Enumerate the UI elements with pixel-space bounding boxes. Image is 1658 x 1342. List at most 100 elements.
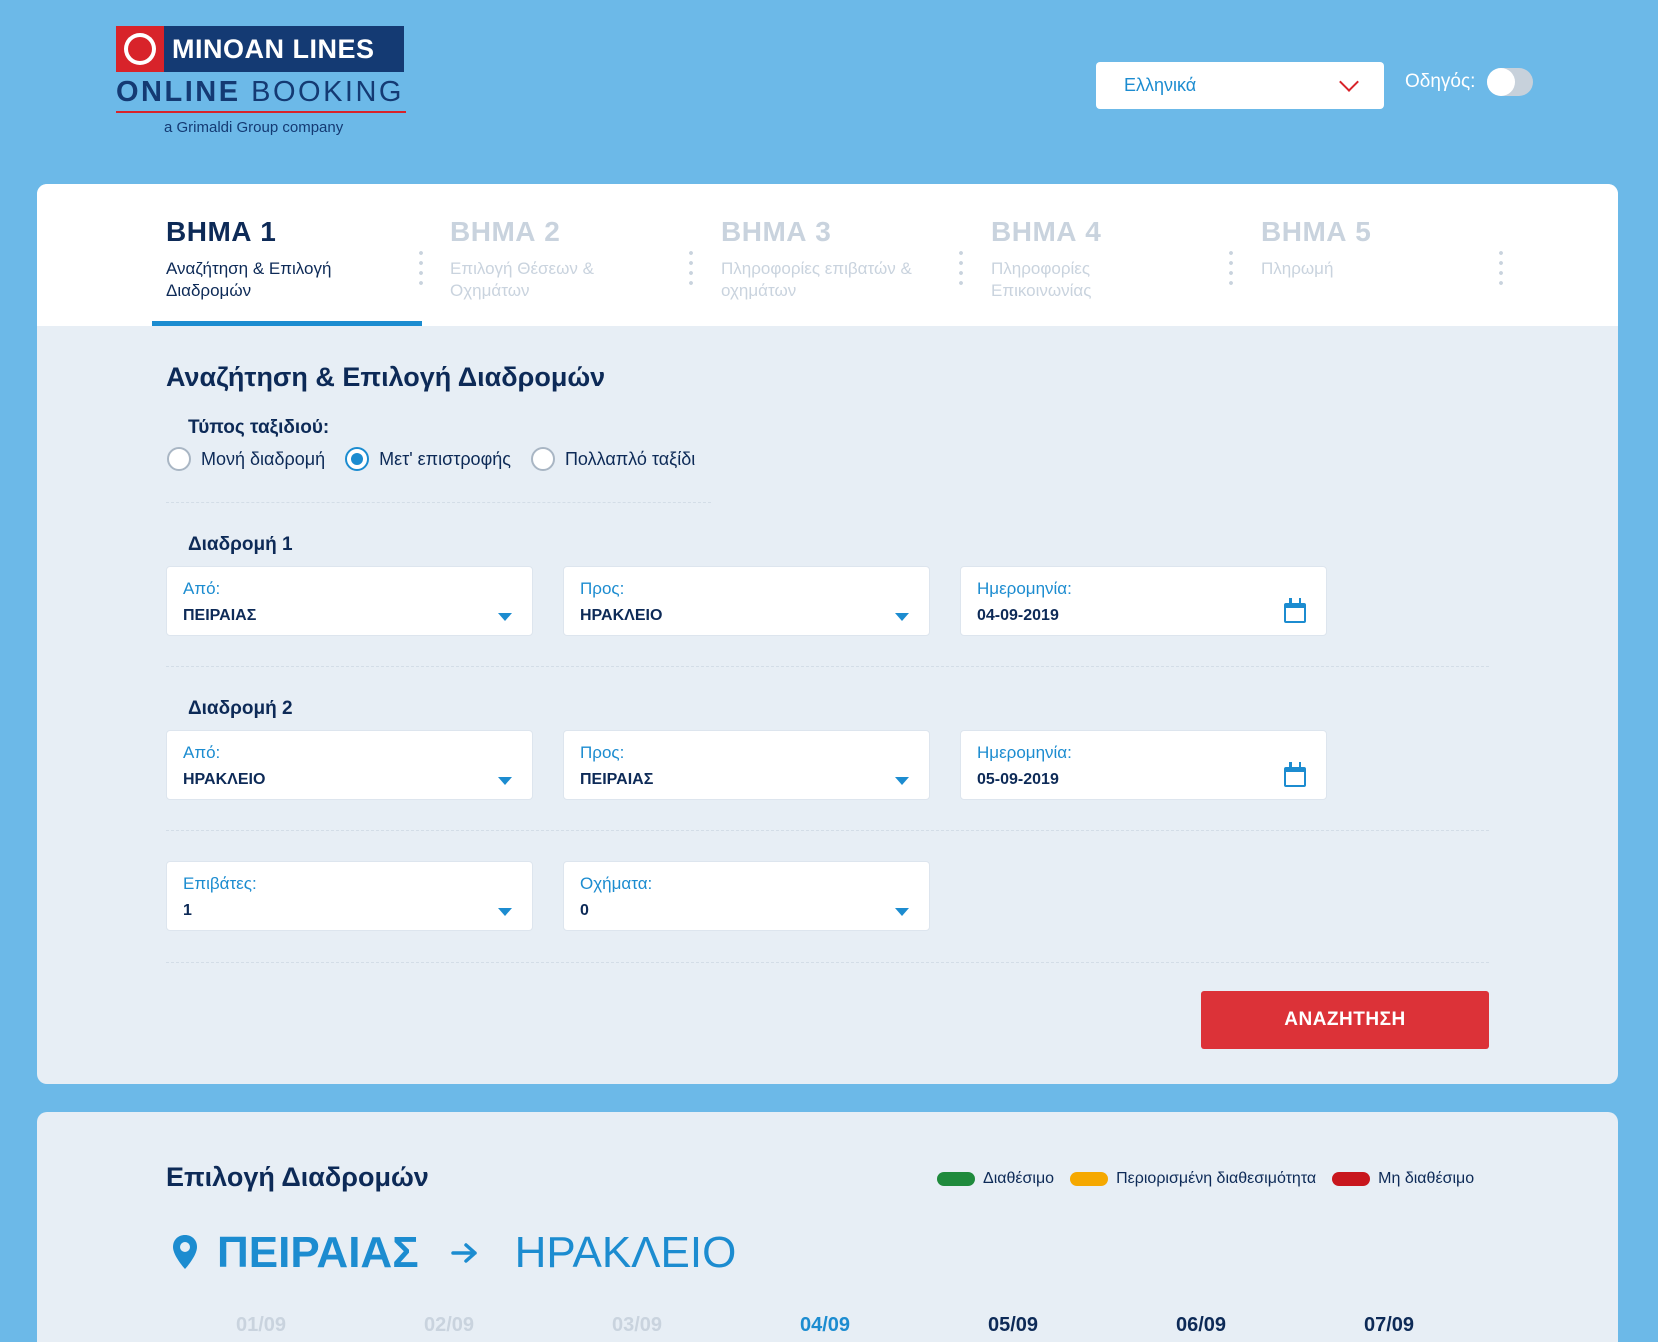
field-label: Οχήματα:: [580, 874, 653, 893]
legend-swatch: [937, 1172, 975, 1186]
field-label: Ημερομηνία:: [977, 579, 1072, 598]
step-divider: [959, 248, 963, 288]
step-desc: Επιλογή Θέσεων & Οχημάτων: [450, 259, 594, 300]
date-tab: 01/09: [235, 1314, 287, 1336]
step-title: ΒΗΜΑ 4: [991, 216, 1102, 247]
guide-toggle[interactable]: [1487, 68, 1534, 96]
field-value: ΠΕΙΡΑΙΑΣ: [183, 607, 257, 624]
date-tab: 03/09: [611, 1314, 663, 1336]
date-tab[interactable]: 07/09: [1349, 1314, 1429, 1337]
step-5[interactable]: ΒΗΜΑ 5 Πληρωμή: [1261, 216, 1501, 280]
step-title: ΒΗΜΑ 2: [450, 216, 561, 247]
guide-label: Οδηγός:: [1405, 71, 1476, 92]
calendar-icon[interactable]: [1284, 598, 1306, 623]
field-label: Ημερομηνία:: [977, 743, 1072, 762]
caret-down-icon: [895, 613, 909, 621]
step-4[interactable]: ΒΗΜΑ 4 Πληροφορίες Επικοινωνίας: [991, 216, 1231, 302]
caret-down-icon: [498, 908, 512, 916]
legend-available: Διαθέσιμο: [937, 1170, 1054, 1188]
radio-round-trip[interactable]: Μετ' επιστροφής: [345, 447, 511, 471]
field-value: 05-09-2019: [977, 771, 1059, 788]
step-title: ΒΗΜΑ 3: [721, 216, 832, 247]
divider: [166, 666, 1489, 667]
route-heading: ΠΕΙΡΑΙΑΣ ΗΡΑΚΛΕΙΟ: [171, 1228, 736, 1278]
divider: [166, 502, 711, 503]
route-selection-title: Επιλογή Διαδρομών: [166, 1162, 429, 1192]
legend-unavailable: Μη διαθέσιμο: [1332, 1170, 1474, 1188]
search-button[interactable]: ΑΝΑΖΗΤΗΣΗ: [1201, 991, 1489, 1049]
field-label: Επιβάτες:: [183, 874, 257, 893]
radio-multi-trip[interactable]: Πολλαπλό ταξίδι: [530, 447, 696, 471]
step-divider: [1229, 248, 1233, 288]
date-strip: 01/09 02/09 03/09 04/09 05/09 06/09 07/0…: [37, 1314, 1618, 1342]
divider: [166, 830, 1489, 831]
radio-label: Μετ' επιστροφής: [379, 448, 511, 469]
field-value: 1: [183, 902, 192, 919]
route-to: ΗΡΑΚΛΕΙΟ: [514, 1228, 737, 1277]
legend-limited: Περιορισμένη διαθεσιμότητα: [1070, 1170, 1316, 1188]
arrow-right-icon: [450, 1243, 477, 1263]
route-2-from-select[interactable]: Από: ΗΡΑΚΛΕΙΟ: [166, 730, 533, 800]
radio-label: Πολλαπλό ταξίδι: [564, 448, 696, 469]
caret-down-icon: [895, 777, 909, 785]
caret-down-icon: [498, 777, 512, 785]
field-value: ΗΡΑΚΛΕΙΟ: [580, 607, 663, 624]
route-1-to-select[interactable]: Προς: ΗΡΑΚΛΕΙΟ: [563, 566, 930, 636]
logo-brand: MINOAN LINES: [172, 33, 375, 64]
legend-swatch: [1070, 1172, 1109, 1186]
minoan-lines-logo[interactable]: MINOAN LINES ONLINE BOOKING a Grimaldi G…: [116, 26, 406, 136]
route-1-from-select[interactable]: Από: ΠΕΙΡΑΙΑΣ: [166, 566, 533, 636]
radio-circle: [530, 447, 555, 471]
step-3[interactable]: ΒΗΜΑ 3 Πληροφορίες επιβατών & οχημάτων: [721, 216, 961, 302]
radio-one-way[interactable]: Μονή διαδρομή: [167, 447, 325, 471]
legend-swatch: [1332, 1172, 1371, 1186]
trip-type-radios: Μονή διαδρομή Μετ' επιστροφής Πολλαπλό τ…: [167, 447, 715, 471]
active-step-indicator: [152, 321, 422, 326]
passengers-select[interactable]: Επιβάτες: 1: [166, 861, 533, 931]
route-2-date-field[interactable]: Ημερομηνία: 05-09-2019: [960, 730, 1327, 800]
search-card: ΒΗΜΑ 1 Αναζήτηση & Επιλογή Διαδρομών ΒΗΜ…: [37, 184, 1618, 1084]
logo-tagline: a Grimaldi Group company: [164, 119, 344, 136]
route-1-date-field[interactable]: Ημερομηνία: 04-09-2019: [960, 566, 1327, 636]
legend-label: Μη διαθέσιμο: [1378, 1170, 1475, 1187]
legend-label: Περιορισμένη διαθεσιμότητα: [1116, 1170, 1317, 1187]
date-tab[interactable]: 05/09: [973, 1314, 1053, 1337]
step-divider: [419, 248, 423, 288]
radio-label: Μονή διαδρομή: [201, 448, 326, 469]
step-desc: Πληρωμή: [1261, 259, 1334, 278]
language-value: Ελληνικά: [1124, 75, 1197, 95]
radio-circle: [167, 447, 191, 471]
date-tab[interactable]: 06/09: [1161, 1314, 1241, 1337]
vehicles-select[interactable]: Οχήματα: 0: [563, 861, 930, 931]
step-2[interactable]: ΒΗΜΑ 2 Επιλογή Θέσεων & Οχημάτων: [450, 216, 690, 302]
caret-down-icon: [895, 908, 909, 916]
route-2-label: Διαδρομή 2: [188, 698, 293, 719]
step-desc: Αναζήτηση & Επιλογή Διαδρομών: [166, 259, 332, 300]
steps-bar: ΒΗΜΑ 1 Αναζήτηση & Επιλογή Διαδρομών ΒΗΜ…: [37, 184, 1618, 326]
language-select[interactable]: Ελληνικά: [1096, 62, 1384, 109]
field-label: Από:: [183, 579, 221, 598]
step-title: ΒΗΜΑ 5: [1261, 216, 1372, 247]
field-value: 0: [580, 902, 589, 919]
field-value: ΠΕΙΡΑΙΑΣ: [580, 771, 654, 788]
trip-type-label: Τύπος ταξιδιού:: [188, 417, 330, 438]
availability-legend: Διαθέσιμο Περιορισμένη διαθεσιμότητα Μη …: [937, 1170, 1474, 1188]
step-1[interactable]: ΒΗΜΑ 1 Αναζήτηση & Επιλογή Διαδρομών: [166, 216, 406, 302]
step-desc: Πληροφορίες Επικοινωνίας: [991, 259, 1092, 300]
route-1-label: Διαδρομή 1: [188, 534, 293, 555]
calendar-icon[interactable]: [1284, 762, 1306, 787]
toggle-knob: [1487, 68, 1516, 96]
guide-control: Οδηγός:: [1405, 68, 1534, 96]
search-section-title: Αναζήτηση & Επιλογή Διαδρομών: [166, 362, 606, 392]
route-2-to-select[interactable]: Προς: ΠΕΙΡΑΙΑΣ: [563, 730, 930, 800]
date-tab-selected[interactable]: 04/09: [785, 1314, 865, 1337]
date-tab: 02/09: [423, 1314, 475, 1336]
logo-subtitle: ONLINE BOOKING: [116, 76, 406, 113]
field-label: Προς:: [580, 743, 625, 762]
location-pin-icon: [173, 1235, 197, 1269]
route-from: ΠΕΙΡΑΙΑΣ: [217, 1228, 419, 1277]
field-value: ΗΡΑΚΛΕΙΟ: [183, 771, 266, 788]
route-selection-card: Επιλογή Διαδρομών Διαθέσιμο Περιορισμένη…: [37, 1112, 1618, 1342]
step-divider: [1499, 248, 1503, 288]
field-label: Προς:: [580, 579, 625, 598]
